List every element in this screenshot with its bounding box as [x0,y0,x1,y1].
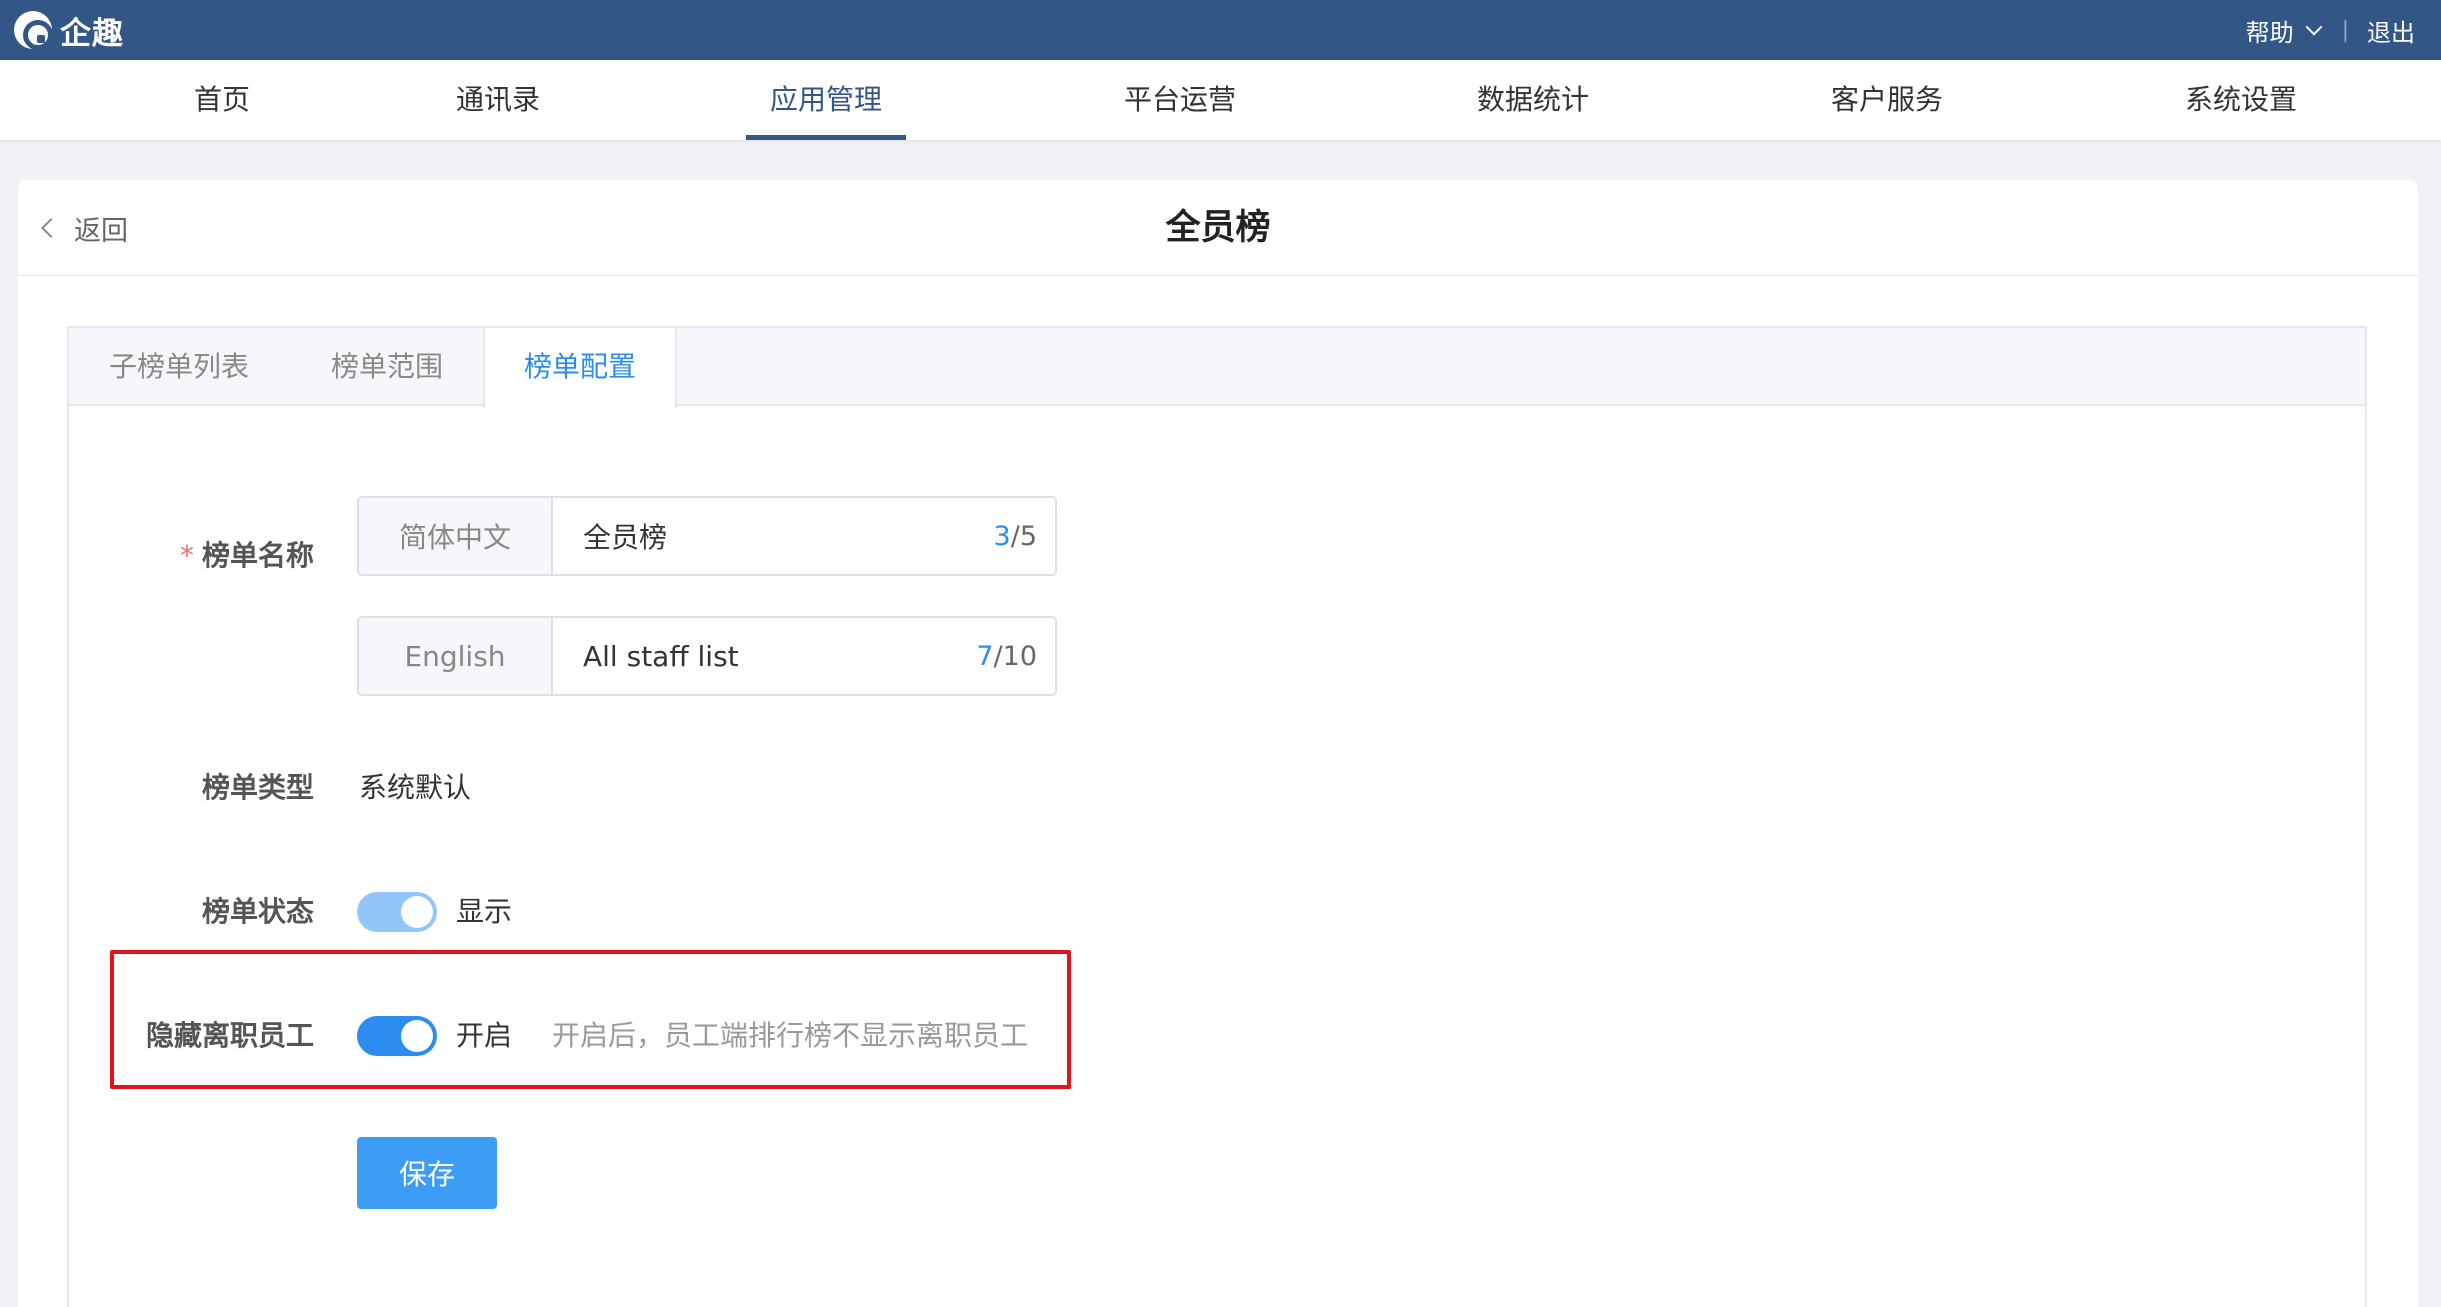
logo-icon [14,11,53,50]
nav-item-customer-service[interactable]: 客户服务 [1831,60,1943,140]
name-zh-count-current: 3 [993,520,1011,552]
list-name-label-text: 榜单名称 [201,539,314,572]
nav-item-home[interactable]: 首页 [194,60,250,140]
tab-sub-lists[interactable]: 子榜单列表 [109,328,249,406]
name-zh-field: 简体中文 全员榜 3/5 [357,496,1057,576]
tab-list-config[interactable]: 榜单配置 [483,328,677,408]
required-mark: * [179,539,194,572]
chevron-down-icon [2305,18,2323,36]
name-en-count-max: /10 [993,640,1037,672]
content-card: 返回 全员榜 子榜单列表 榜单范围 榜单配置 * 榜单名称 简体中文 全员榜 3/… [18,180,2418,1307]
nav-item-contacts[interactable]: 通讯录 [456,60,540,140]
hide-resigned-toggle[interactable] [357,1016,437,1056]
lang-addon-en: English [359,618,553,694]
help-menu[interactable]: 帮助 [2245,13,2323,48]
card-header: 返回 全员榜 [18,180,2418,276]
name-en-input[interactable]: All staff list [553,618,976,694]
brand-name: 企趣 [60,15,124,52]
list-type-value: 系统默认 [359,771,472,804]
hide-resigned-label: 隐藏离职员工 [145,1019,314,1052]
list-name-label: * 榜单名称 [18,516,314,596]
name-zh-count-max: /5 [1010,520,1037,552]
hide-resigned-text: 开启 [456,1019,513,1052]
name-en-count-current: 7 [976,640,994,672]
page-title: 全员榜 [1165,208,1271,248]
hide-resigned-hint: 开启后，员工端排行榜不显示离职员工 [552,1019,1029,1052]
name-zh-input[interactable]: 全员榜 [553,498,994,574]
name-en-field: English All staff list 7/10 [357,616,1057,696]
tab-list-scope[interactable]: 榜单范围 [331,328,443,406]
list-status-text: 显示 [456,895,513,928]
name-en-counter: 7/10 [976,618,1055,694]
main-nav: 首页 通讯录 应用管理 平台运营 数据统计 客户服务 系统设置 [0,60,2441,140]
list-status-label: 榜单状态 [201,895,314,928]
toggle-knob [401,1020,433,1052]
nav-item-statistics[interactable]: 数据统计 [1477,60,1589,140]
toggle-knob [401,896,433,928]
name-zh-counter: 3/5 [994,498,1055,574]
list-type-label: 榜单类型 [201,771,314,804]
tab-bar: 子榜单列表 榜单范围 榜单配置 [69,328,2365,408]
nav-item-platform-ops[interactable]: 平台运营 [1124,60,1236,140]
logout-link[interactable]: 退出 [2367,13,2415,48]
lang-addon-zh: 简体中文 [359,498,553,574]
save-button[interactable]: 保存 [357,1137,497,1209]
nav-item-app-management[interactable]: 应用管理 [745,60,907,140]
divider: | [2341,17,2349,43]
top-right-actions: 帮助 | 退出 [2246,0,2415,60]
list-status-toggle[interactable] [357,892,437,932]
top-bar: 企趣 帮助 | 退出 [0,0,2441,60]
help-label: 帮助 [2245,18,2294,47]
nav-item-system-settings[interactable]: 系统设置 [2185,60,2297,140]
brand-logo[interactable]: 企趣 [14,10,124,52]
